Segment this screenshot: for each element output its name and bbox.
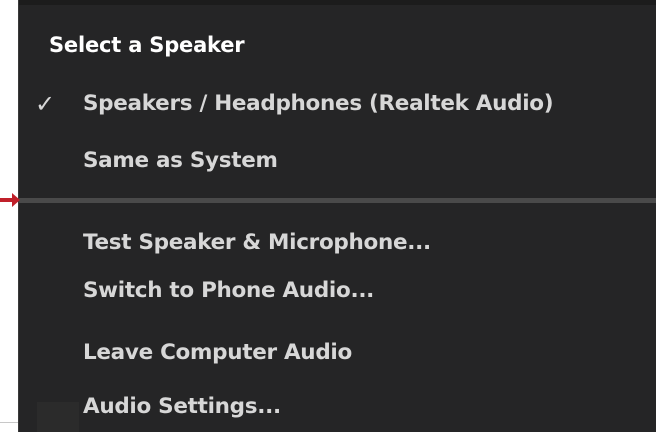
speaker-option-same-as-system[interactable]: Same as System: [19, 141, 656, 181]
menu-item-label: Test Speaker & Microphone...: [83, 230, 431, 255]
audio-settings-item[interactable]: Audio Settings...: [19, 387, 656, 427]
speaker-option-realtek[interactable]: ✓ Speakers / Headphones (Realtek Audio): [19, 84, 656, 124]
menu-item-label: Audio Settings...: [83, 394, 281, 419]
menu-item-label: Leave Computer Audio: [83, 340, 352, 365]
speaker-option-label: Speakers / Headphones (Realtek Audio): [83, 91, 554, 116]
test-speaker-microphone-item[interactable]: Test Speaker & Microphone...: [19, 223, 656, 263]
speaker-option-label: Same as System: [83, 148, 278, 173]
select-speaker-header: Select a Speaker: [49, 33, 245, 57]
menu-item-label: Switch to Phone Audio...: [83, 278, 375, 303]
arrow-pointer-icon: [0, 193, 20, 207]
screen: Select a Speaker ✓ Speakers / Headphones…: [0, 0, 656, 432]
audio-dropdown-menu: Select a Speaker ✓ Speakers / Headphones…: [18, 0, 656, 432]
menu-top-edge: [19, 0, 656, 5]
background-edge: [0, 422, 18, 423]
leave-computer-audio-item[interactable]: Leave Computer Audio: [19, 333, 656, 373]
checkmark-icon: ✓: [35, 90, 55, 118]
switch-to-phone-audio-item[interactable]: Switch to Phone Audio...: [19, 271, 656, 311]
menu-divider: [19, 198, 656, 203]
